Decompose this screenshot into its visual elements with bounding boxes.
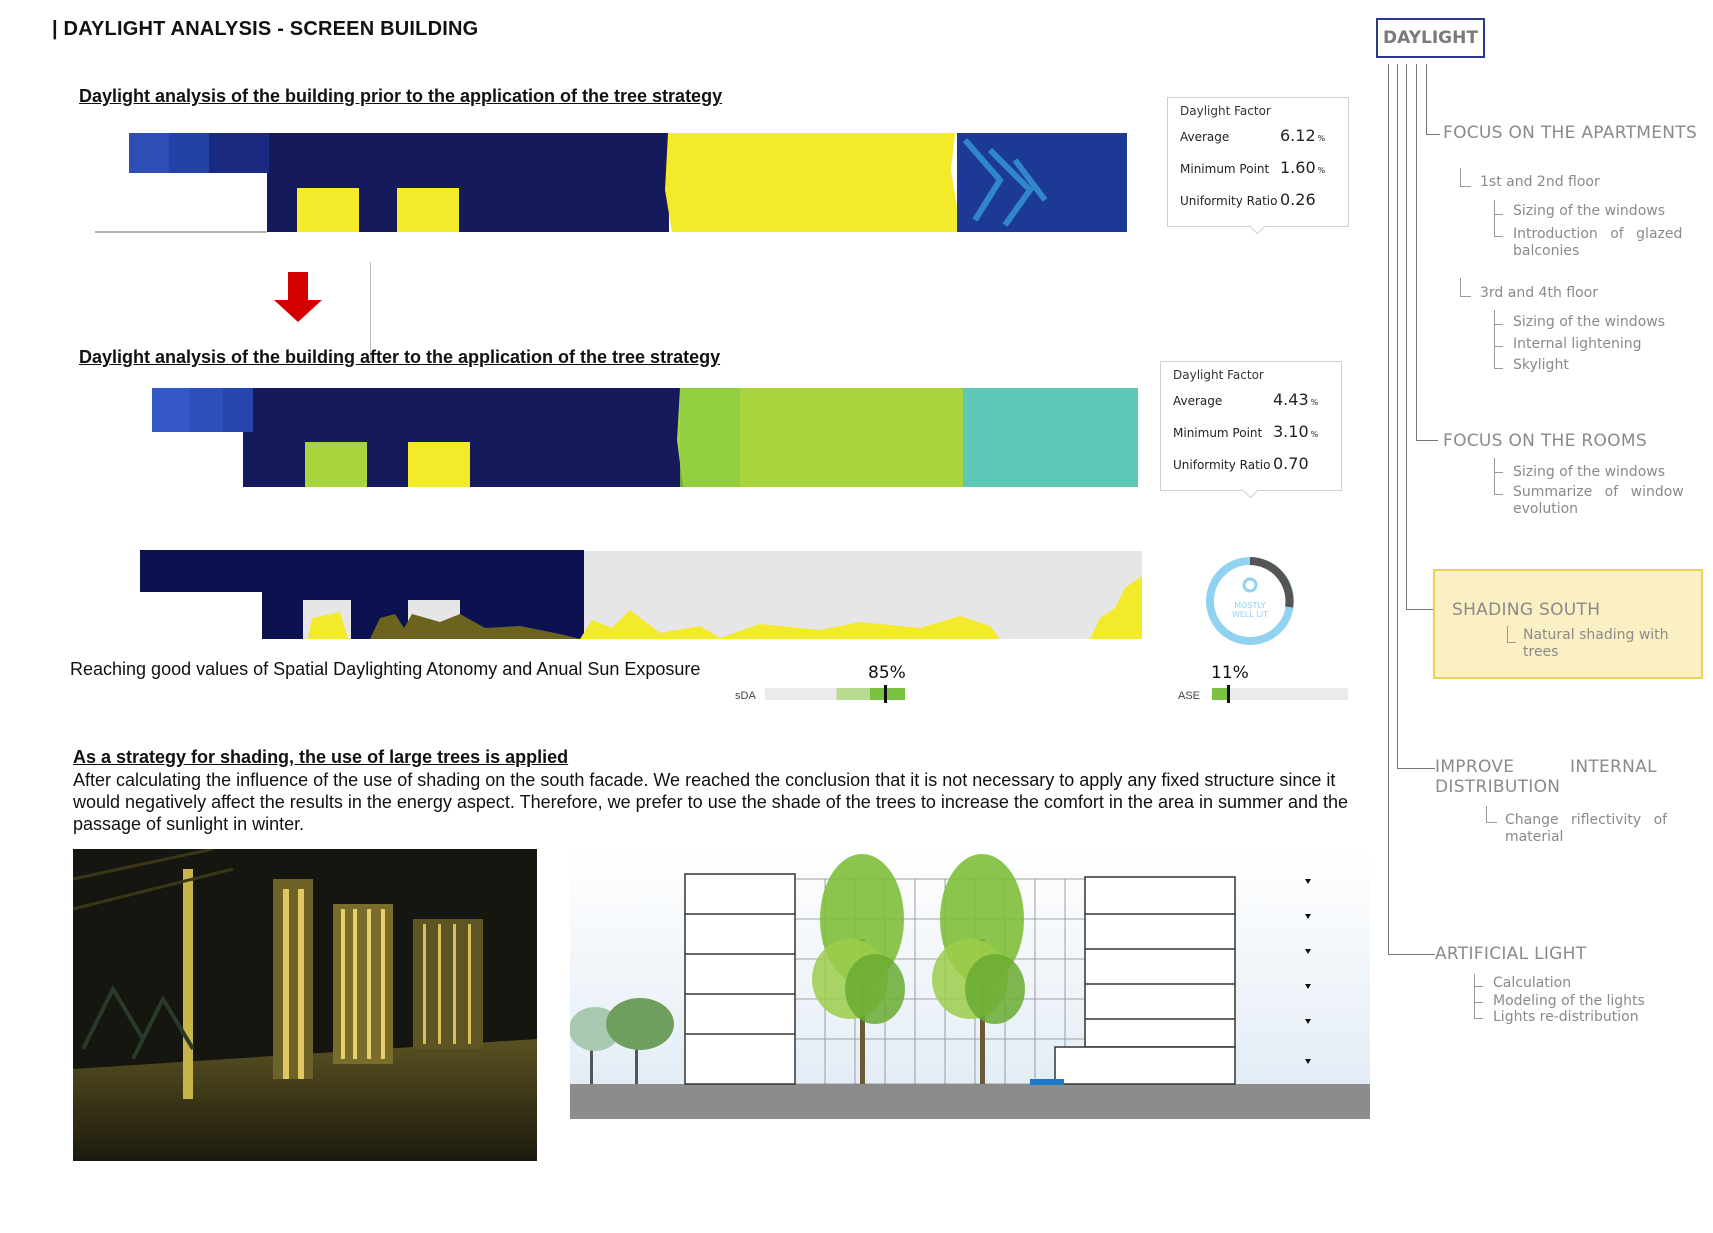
df-label: Average [1180, 130, 1230, 144]
heatmap-cell [190, 388, 223, 432]
df-value: 6.12 [1280, 126, 1316, 145]
pool [1030, 1079, 1064, 1085]
df-header: Daylight Factor [1173, 368, 1264, 382]
window-yellow [297, 188, 359, 232]
df-row: Minimum Point 1.60% [1180, 158, 1326, 177]
df-value: 4.43 [1273, 390, 1309, 409]
building-section-drawing [570, 849, 1370, 1119]
heatmap-cell [963, 388, 1138, 487]
tree-line [1397, 64, 1398, 768]
tree-node-artificial: ARTIFICIAL LIGHT [1435, 944, 1587, 964]
ase-value: 11% [1211, 663, 1249, 683]
tree-node-floor12: 1st and 2nd floor [1480, 174, 1600, 190]
tree-leaf: Summarize of window evolution [1513, 484, 1684, 517]
left-block [684, 873, 796, 1085]
window-yellow [408, 442, 470, 487]
interior-night-render [73, 849, 537, 1161]
tree-leaf: Sizing of the windows [1513, 314, 1666, 330]
gauge-text: WELL LIT [1232, 610, 1268, 619]
df-box-after: Daylight Factor Average 4.43% Minimum Po… [1160, 361, 1342, 499]
after-heading: Daylight analysis of the building after … [79, 347, 721, 367]
df-row: Uniformity Ratio 0.26 [1168, 190, 1348, 222]
tree-leaf: Change riflectivity of material [1505, 812, 1668, 845]
sun-icon [1242, 577, 1258, 593]
tree-leaf: Natural shading with trees [1523, 627, 1669, 660]
heatmap-cell [665, 133, 961, 232]
heatmap-cell [223, 388, 253, 432]
ase-bar [1212, 685, 1348, 703]
heatmap-after [152, 388, 1138, 487]
heatmap-cell [169, 133, 209, 173]
strategy-heading: As a strategy for shading, the use of la… [73, 747, 569, 767]
ase-label: ASE [1178, 690, 1201, 702]
strategy-body: After calculating the influence of the u… [73, 770, 1349, 834]
tree-leaf: Lights re-distribution [1493, 1009, 1639, 1025]
ground [570, 1084, 1370, 1119]
tree-root: DAYLIGHT [1376, 18, 1485, 58]
tree-line [1416, 64, 1417, 440]
before-heading: Daylight analysis of the building prior … [79, 86, 723, 106]
df-value: 3.10 [1273, 422, 1309, 441]
heatmap-cell [957, 133, 1127, 232]
sun-exposure-map [140, 550, 1142, 639]
tree-leaf: Sizing of the windows [1513, 203, 1666, 219]
down-arrow-icon [274, 272, 322, 322]
tree-leaf: Skylight [1513, 357, 1569, 373]
tree-node-shading: SHADING SOUTH [1452, 600, 1601, 620]
df-row: Uniformity Ratio 0.70 [1161, 454, 1341, 486]
window-lime [305, 442, 367, 487]
heatmap-before [95, 133, 1127, 233]
sda-bar [765, 685, 905, 703]
tree-leaf: Internal lightening [1513, 336, 1642, 352]
df-row: Average 6.12% [1180, 126, 1326, 145]
ase-bar-fill [1212, 688, 1227, 700]
window-yellow [397, 188, 459, 232]
tree-leaf: Calculation [1493, 975, 1572, 991]
tree-node-apartments: FOCUS ON THE APARTMENTS [1443, 123, 1698, 143]
heatmap-cell [129, 133, 169, 173]
df-value: 0.26 [1280, 190, 1316, 209]
heatmap-cell [152, 388, 190, 432]
df-label: Uniformity Ratio [1173, 458, 1271, 472]
df-label: Average [1173, 394, 1223, 408]
shading-highlight-box [1433, 569, 1703, 679]
tree-node-rooms: FOCUS ON THE ROOMS [1443, 431, 1647, 451]
sda-marker [884, 685, 887, 703]
tree-line [1406, 64, 1407, 609]
heatmap-cell [209, 133, 269, 173]
df-label: Minimum Point [1173, 426, 1263, 440]
ase-marker [1226, 685, 1230, 703]
page-title: | DAYLIGHT ANALYSIS - SCREEN BUILDING [52, 18, 479, 40]
df-label: Uniformity Ratio [1180, 194, 1278, 208]
df-value: 1.60 [1280, 158, 1316, 177]
df-label: Minimum Point [1180, 162, 1270, 176]
daylight-gauge: MOSTLY WELL LIT [1206, 557, 1294, 645]
df-box-before: Daylight Factor Average 6.12% Minimum Po… [1167, 97, 1349, 235]
tree-leaf: Modeling of the lights [1493, 993, 1645, 1009]
metrics-caption: Reaching good values of Spatial Daylight… [70, 659, 701, 679]
tree-line [1388, 64, 1389, 954]
tree-line [1426, 64, 1427, 134]
heatmap-cell [140, 550, 584, 639]
tree-leaf: Introduction of glazed balconies [1513, 226, 1683, 259]
sda-value: 85% [868, 663, 906, 683]
df-row: Minimum Point 3.10% [1173, 422, 1319, 441]
df-value: 0.70 [1273, 454, 1309, 473]
gauge-text: MOSTLY [1234, 601, 1266, 610]
tree-node-floor34: 3rd and 4th floor [1480, 285, 1598, 301]
df-row: Average 4.43% [1173, 390, 1319, 409]
df-header: Daylight Factor [1180, 104, 1271, 118]
tree-leaf: Sizing of the windows [1513, 464, 1666, 480]
sda-label: sDA [735, 690, 756, 702]
tree-node-distribution: IMPROVE INTERNAL DISTRIBUTION [1435, 757, 1657, 797]
